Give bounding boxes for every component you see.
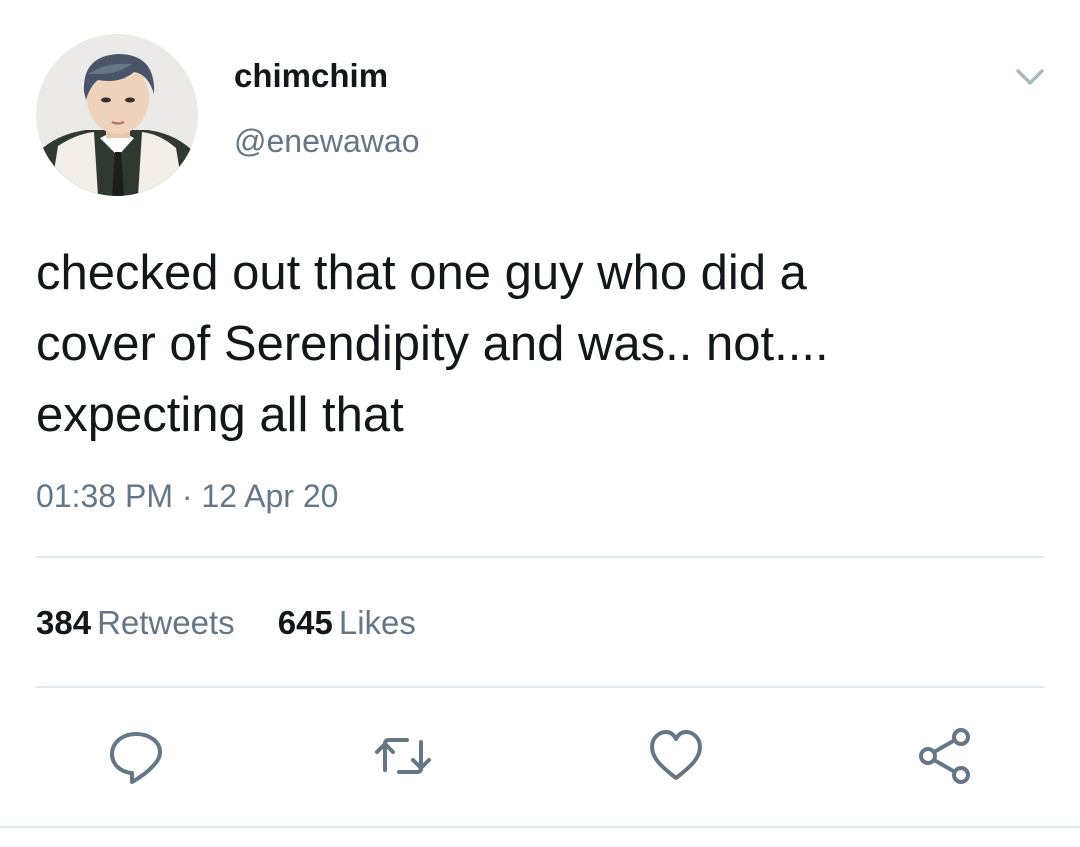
like-button[interactable] [646,726,706,786]
reply-button[interactable] [106,726,166,786]
likes-label: Likes [338,604,416,641]
tweet-text-line: expecting all that [36,388,404,442]
tweet-date: 12 Apr 20 [201,478,339,514]
tweet-text-line: cover of Serendipity and was.. not.... [36,317,829,371]
divider [36,556,1044,558]
retweets-count: 384 [36,604,92,641]
tweet-menu-button[interactable] [1008,60,1052,94]
divider [36,686,1044,688]
avatar[interactable] [36,34,198,196]
tweet-time: 01:38 PM [36,478,173,514]
retweets-label: Retweets [97,604,235,641]
heart-icon [650,730,702,780]
retweets-stat[interactable]: 384 Retweets [36,602,235,644]
tweet-text: checked out that one guy who did a cover… [36,238,1046,451]
retweet-icon [375,738,431,774]
tweet-timestamp[interactable]: 01:38 PM · 12 Apr 20 [36,476,338,516]
likes-count: 645 [277,604,333,641]
tweet-text-line: checked out that one guy who did a [36,246,807,300]
chevron-down-icon [1016,69,1044,85]
avatar-image [36,34,198,196]
author-handle[interactable]: @enewawao [234,121,419,161]
divider [0,826,1080,828]
meta-separator: · [181,478,193,514]
share-button[interactable] [915,726,975,786]
retweet-button[interactable] [373,726,433,786]
author-display-name[interactable]: chimchim [234,56,388,96]
likes-stat[interactable]: 645 Likes [278,602,416,644]
share-icon [919,728,970,784]
tweet-stats: 384 Retweets 645 Likes [36,602,450,644]
reply-icon [110,732,162,784]
